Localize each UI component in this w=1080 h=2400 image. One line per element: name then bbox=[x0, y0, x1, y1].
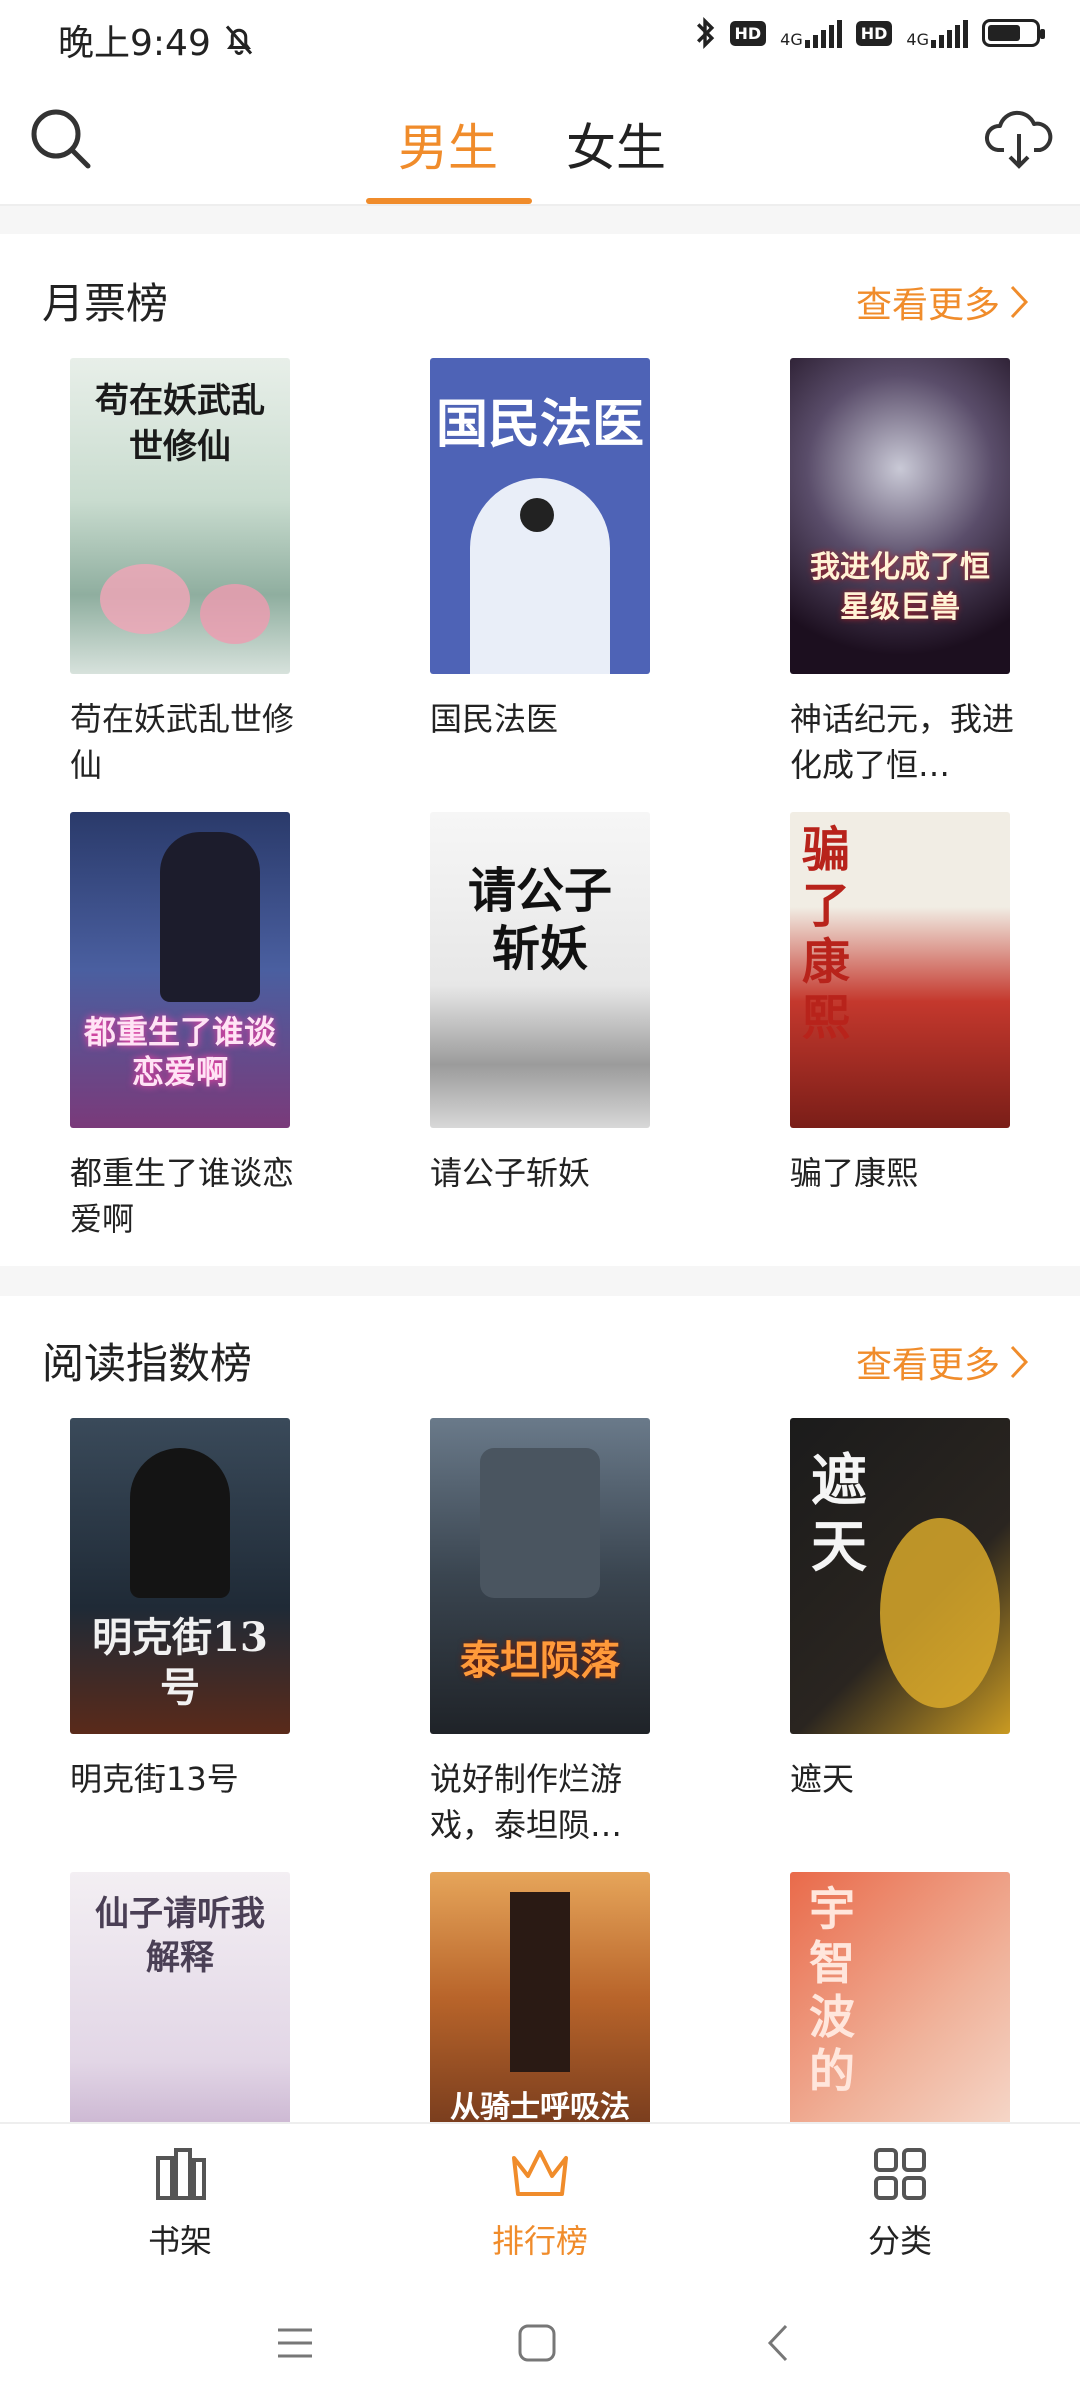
nav-item-ranking[interactable]: 排行榜 bbox=[450, 2144, 630, 2262]
view-more-label: 查看更多 bbox=[855, 1345, 1000, 1386]
grid-icon bbox=[874, 2148, 926, 2200]
status-time: 晚上9:49 bbox=[58, 14, 257, 66]
section-separator bbox=[0, 1266, 1080, 1296]
top-nav: 男生 女生 bbox=[0, 78, 1080, 206]
network-type: 4G bbox=[780, 30, 803, 49]
tab-female[interactable]: 女生 bbox=[566, 108, 666, 180]
hd-badge-2: HD bbox=[855, 20, 893, 46]
chevron-right-icon bbox=[1010, 1345, 1029, 1379]
book-title: 说好制作烂游戏，泰坦陨… bbox=[430, 1760, 623, 1844]
nav-item-category[interactable]: 分类 bbox=[810, 2144, 990, 2262]
bottom-nav: 书架 排行榜 分类 bbox=[0, 2122, 1080, 2288]
view-more-link[interactable]: 查看更多 bbox=[856, 276, 1030, 328]
cover-title: 从骑士呼吸法 bbox=[450, 2090, 630, 2125]
active-tab-indicator bbox=[366, 198, 532, 204]
cover-title: 国民法医 bbox=[435, 394, 644, 455]
chevron-right-icon bbox=[1010, 285, 1029, 319]
book-title: 遮天 bbox=[790, 1760, 855, 1798]
book-title: 骗了康熙 bbox=[790, 1154, 919, 1192]
book-title: 神话纪元，我进化成了恒… bbox=[790, 700, 1015, 784]
signal-icon-2 bbox=[931, 18, 968, 48]
download-button[interactable] bbox=[984, 104, 1054, 174]
book-card[interactable]: 泰坦陨落 说好制作烂游戏，泰坦陨… bbox=[430, 1418, 650, 1848]
book-cover: 苟在妖武乱世修仙 bbox=[70, 358, 290, 674]
home-icon[interactable] bbox=[516, 2322, 558, 2364]
book-card[interactable]: 明克街13号 明克街13号 bbox=[70, 1418, 290, 1802]
book-cover: 请公子斩妖 bbox=[430, 812, 650, 1128]
book-title: 国民法医 bbox=[430, 700, 559, 738]
crown-icon bbox=[512, 2150, 568, 2196]
time-text: 晚上9:49 bbox=[58, 23, 211, 64]
bluetooth-icon bbox=[696, 16, 714, 50]
book-cover: 国民法医 bbox=[430, 358, 650, 674]
status-indicators: HD 4G HD 4G bbox=[694, 16, 1045, 50]
view-more-link[interactable]: 查看更多 bbox=[856, 1336, 1030, 1388]
book-card[interactable]: 国民法医 国民法医 bbox=[430, 358, 650, 742]
book-card[interactable]: 都重生了谁谈恋爱啊 都重生了谁谈恋爱啊 bbox=[70, 812, 294, 1242]
status-bar: 晚上9:49 HD 4G HD 4G bbox=[0, 0, 1080, 78]
cover-title: 明克街13号 bbox=[92, 1614, 268, 1711]
book-cover: 泰坦陨落 bbox=[430, 1418, 650, 1734]
cover-title: 我进化成了恒星级巨兽 bbox=[810, 550, 990, 625]
book-card[interactable]: 请公子斩妖 请公子斩妖 bbox=[430, 812, 650, 1196]
hd-badge: HD bbox=[729, 20, 767, 46]
back-icon[interactable] bbox=[762, 2322, 792, 2364]
nav-label: 分类 bbox=[867, 2222, 932, 2260]
bookshelf-icon bbox=[156, 2148, 206, 2200]
search-icon bbox=[31, 109, 91, 169]
cloud-download-icon bbox=[985, 110, 1053, 169]
section-separator bbox=[0, 206, 1080, 234]
mute-bell-icon bbox=[225, 25, 252, 55]
book-title: 明克街13号 bbox=[70, 1760, 239, 1798]
nav-label: 排行榜 bbox=[491, 2222, 588, 2260]
nav-item-bookshelf[interactable]: 书架 bbox=[90, 2144, 270, 2262]
book-title: 请公子斩妖 bbox=[430, 1154, 591, 1192]
battery-icon bbox=[982, 19, 1045, 47]
book-title: 都重生了谁谈恋爱啊 bbox=[70, 1154, 295, 1238]
section-title: 月票榜 bbox=[42, 279, 169, 328]
cover-title: 骗了康熙 bbox=[801, 822, 850, 1046]
cover-title: 都重生了谁谈恋爱啊 bbox=[83, 1013, 276, 1091]
nav-label: 书架 bbox=[147, 2222, 212, 2260]
cover-title: 苟在妖武乱世修仙 bbox=[95, 381, 265, 467]
menu-icon[interactable] bbox=[274, 2322, 316, 2364]
cover-title: 请公子斩妖 bbox=[467, 863, 612, 977]
book-card[interactable]: 遮天 遮天 bbox=[790, 1418, 1010, 1802]
book-card[interactable]: 骗了康熙 骗了康熙 bbox=[790, 812, 1010, 1196]
tab-male[interactable]: 男生 bbox=[398, 108, 498, 180]
view-more-label: 查看更多 bbox=[855, 285, 1000, 326]
search-button[interactable] bbox=[26, 104, 96, 174]
book-cover: 明克街13号 bbox=[70, 1418, 290, 1734]
cover-title: 宇智波的 bbox=[809, 1882, 855, 2098]
battery-level bbox=[988, 25, 1020, 41]
book-cover: 都重生了谁谈恋爱啊 bbox=[70, 812, 290, 1128]
cover-title: 遮天 bbox=[811, 1448, 867, 1580]
cover-title: 仙子请听我解释 bbox=[95, 1894, 265, 1978]
signal-icon bbox=[804, 18, 842, 48]
book-card[interactable]: 我进化成了恒星级巨兽 神话纪元，我进化成了恒… bbox=[790, 358, 1014, 788]
section-title: 阅读指数榜 bbox=[42, 1339, 253, 1388]
book-title: 苟在妖武乱世修仙 bbox=[70, 700, 295, 784]
book-card[interactable]: 苟在妖武乱世修仙 苟在妖武乱世修仙 bbox=[70, 358, 294, 788]
system-nav-bar bbox=[0, 2288, 1080, 2400]
cover-title: 泰坦陨落 bbox=[460, 1637, 620, 1684]
book-cover: 骗了康熙 bbox=[790, 812, 1010, 1128]
book-cover: 遮天 bbox=[790, 1418, 1010, 1734]
book-cover: 我进化成了恒星级巨兽 bbox=[790, 358, 1010, 674]
network-type-2: 4G bbox=[906, 30, 929, 49]
